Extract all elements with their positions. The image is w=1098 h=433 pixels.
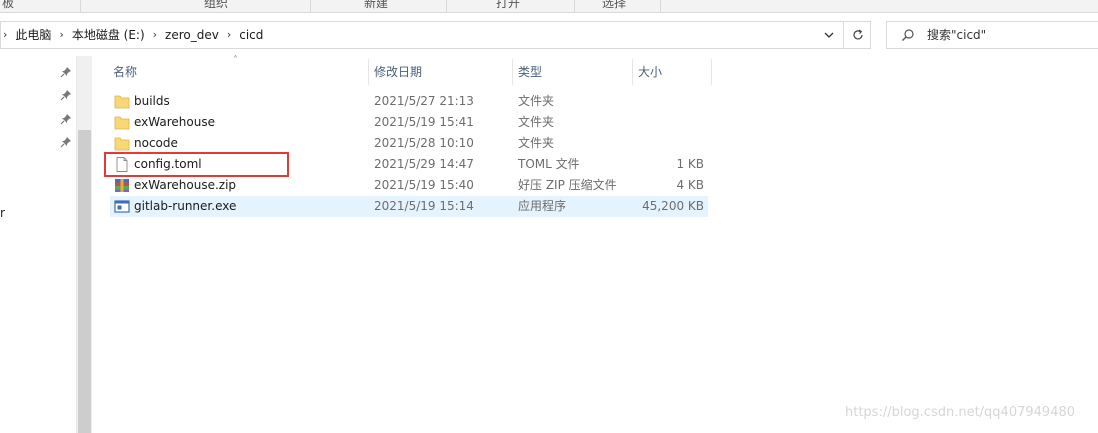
pin-icon[interactable] <box>60 66 72 78</box>
file-date: 2021/5/19 15:40 <box>374 178 474 192</box>
search-icon <box>901 28 915 42</box>
file-row-builds[interactable]: builds 2021/5/27 21:13 文件夹 <box>110 91 708 112</box>
ribbon-group-strip: 板 组织 新建 打开 选择 <box>0 0 1098 13</box>
chevron-right-icon[interactable]: › <box>147 22 163 48</box>
refresh-icon[interactable] <box>843 22 871 48</box>
file-name: builds <box>134 94 170 108</box>
file-row-nocode[interactable]: nocode 2021/5/28 10:10 文件夹 <box>110 133 708 154</box>
file-row-gitlab-runner-exe[interactable]: gitlab-runner.exe 2021/5/19 15:14 应用程序 4… <box>110 196 708 217</box>
breadcrumb-this-pc[interactable]: 此电脑 <box>13 22 53 48</box>
pin-icon[interactable] <box>60 89 72 101</box>
nav-scrollbar-thumb[interactable] <box>78 130 91 433</box>
column-header-size[interactable]: 大小 <box>632 59 712 85</box>
file-date: 2021/5/29 14:47 <box>374 157 474 171</box>
breadcrumb-zero-dev[interactable]: zero_dev <box>163 22 221 48</box>
ribbon-group-clipboard: 板 <box>2 0 15 10</box>
search-box[interactable]: 搜索"cicd" <box>886 21 1098 49</box>
chevron-right-icon[interactable]: › <box>53 22 69 48</box>
navigation-pane: r <box>0 56 76 433</box>
chevron-right-icon[interactable]: › <box>1 22 13 48</box>
file-name: exWarehouse <box>134 115 215 129</box>
file-name: exWarehouse.zip <box>134 178 237 192</box>
ribbon-group-organize: 组织 <box>204 0 229 10</box>
file-type: 好压 ZIP 压缩文件 <box>518 178 617 192</box>
breadcrumb-local-disk[interactable]: 本地磁盘 (E:) <box>70 22 147 48</box>
file-size: 45,200 KB <box>642 199 704 213</box>
ribbon-group-new: 新建 <box>364 0 389 10</box>
file-row-exwarehouse-zip[interactable]: exWarehouse.zip 2021/5/19 15:40 好压 ZIP 压… <box>110 175 708 196</box>
file-type: 应用程序 <box>518 199 567 213</box>
ribbon-group-open: 打开 <box>496 0 521 10</box>
file-date: 2021/5/27 21:13 <box>374 94 474 108</box>
file-size: 1 KB <box>676 157 704 171</box>
file-type: 文件夹 <box>518 94 555 108</box>
file-date: 2021/5/19 15:41 <box>374 115 474 129</box>
address-bar[interactable]: › 此电脑 › 本地磁盘 (E:) › zero_dev › cicd <box>0 21 871 49</box>
ribbon-group-select: 选择 <box>602 0 627 10</box>
file-type: TOML 文件 <box>518 157 580 171</box>
file-type: 文件夹 <box>518 136 555 150</box>
chevron-down-icon[interactable] <box>816 22 842 48</box>
file-name: nocode <box>134 136 178 150</box>
file-date: 2021/5/28 10:10 <box>374 136 474 150</box>
file-row-exwarehouse[interactable]: exWarehouse 2021/5/19 15:41 文件夹 <box>110 112 708 133</box>
file-type: 文件夹 <box>518 115 555 129</box>
folder-icon <box>114 115 130 130</box>
file-size: 4 KB <box>676 178 704 192</box>
chevron-right-icon[interactable]: › <box>221 22 237 48</box>
breadcrumb-cicd[interactable]: cicd <box>237 22 265 48</box>
column-header-date[interactable]: 修改日期 <box>368 59 512 85</box>
annotation-highlight-box <box>104 152 289 177</box>
file-name: gitlab-runner.exe <box>134 199 237 213</box>
column-header-name[interactable]: 名称 <box>107 59 369 85</box>
exe-app-icon <box>114 199 130 214</box>
zip-archive-icon <box>114 178 130 193</box>
pin-icon[interactable] <box>60 136 72 148</box>
folder-icon <box>114 94 130 109</box>
watermark: https://blog.csdn.net/qq407949480 <box>845 405 1076 420</box>
nav-item-fragment[interactable]: r <box>0 206 5 220</box>
file-date: 2021/5/19 15:14 <box>374 199 474 213</box>
pin-icon[interactable] <box>60 113 72 125</box>
search-input[interactable]: 搜索"cicd" <box>927 22 986 48</box>
column-header-type[interactable]: 类型 <box>512 59 632 85</box>
breadcrumb: › 此电脑 › 本地磁盘 (E:) › zero_dev › cicd <box>1 22 265 48</box>
folder-icon <box>114 136 130 151</box>
